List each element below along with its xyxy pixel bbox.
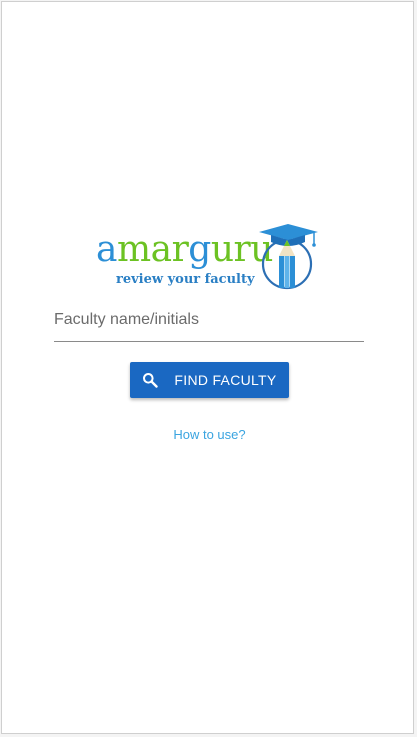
app-frame: amarguru review your faculty FIND FACULT… [1, 1, 414, 734]
faculty-search-input[interactable] [54, 304, 364, 336]
logo-word-part: g [188, 229, 211, 270]
amarguru-logo: amarguru review your faculty [94, 220, 324, 296]
graduation-cap-pencil-icon [259, 224, 318, 290]
find-faculty-button-label: FIND FACULTY [174, 372, 277, 388]
find-faculty-button[interactable]: FIND FACULTY [130, 362, 289, 398]
logo-word-part: mar [116, 229, 189, 270]
logo-word-part: a [96, 229, 117, 270]
logo-wordmark: amarguru [96, 230, 273, 270]
logo-tagline: review your faculty [116, 272, 255, 287]
faculty-search-field[interactable] [54, 304, 364, 342]
search-icon [143, 373, 159, 388]
how-to-use-link[interactable]: How to use? [2, 427, 417, 442]
